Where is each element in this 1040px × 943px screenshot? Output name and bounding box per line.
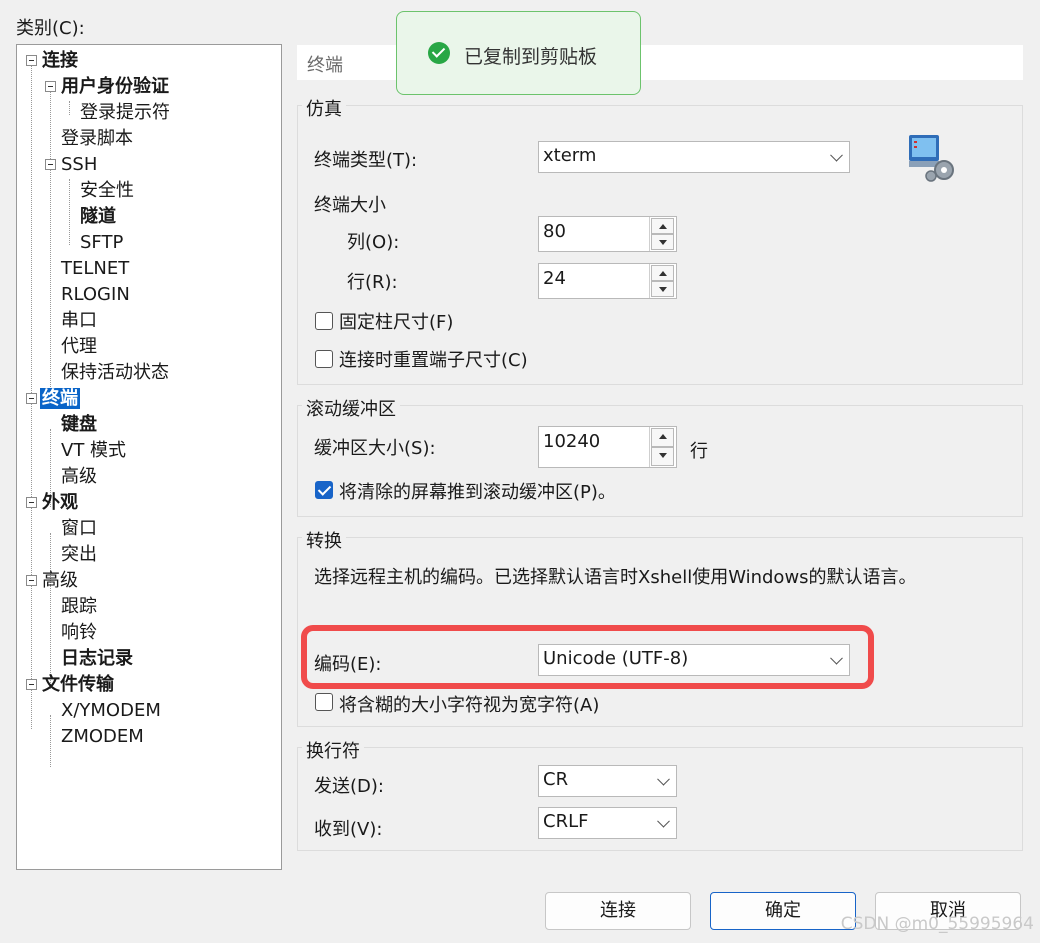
highlight-annotation (301, 625, 874, 689)
tree-item-login-prompts[interactable]: 登录提示符 (80, 100, 170, 126)
tree-item-window[interactable]: 窗口 (61, 516, 97, 542)
tree-item-proxy[interactable]: 代理 (61, 334, 97, 360)
buffer-size-spinbox[interactable]: 10240 (538, 426, 677, 468)
tree-item-connection[interactable]: 连接 (42, 48, 78, 74)
rows-spinbox[interactable]: 24 (538, 263, 677, 299)
tree-item-telnet[interactable]: TELNET (61, 256, 129, 282)
newline-title: 换行符 (302, 737, 364, 763)
tree-item-advanced[interactable]: 高级 (42, 568, 78, 594)
tree-item-sftp[interactable]: SFTP (80, 230, 123, 256)
tree-item-terminal[interactable]: 终端 (40, 386, 80, 412)
receive-label: 收到(V): (314, 819, 383, 840)
send-select[interactable]: CR (538, 765, 677, 797)
tree-item-file-transfer[interactable]: 文件传输 (42, 672, 114, 698)
rows-label: 行(R): (347, 272, 398, 293)
spin-up-icon[interactable] (651, 428, 674, 447)
tree-item-logging[interactable]: 日志记录 (61, 646, 133, 672)
tree-item-zmodem[interactable]: ZMODEM (61, 724, 144, 750)
spin-up-icon[interactable] (651, 218, 674, 234)
columns-label: 列(O): (347, 232, 400, 253)
collapse-toggle-icon[interactable] (26, 679, 37, 690)
tree-item-appearance[interactable]: 外观 (42, 490, 78, 516)
translation-description: 选择远程主机的编码。已选择默认语言时Xshell使用Windows的默认语言。 (314, 567, 917, 588)
tree-item-login-scripts[interactable]: 登录脚本 (61, 126, 133, 152)
terminal-settings-icon (906, 132, 958, 189)
push-cleared-checkbox[interactable] (315, 481, 333, 499)
ok-button[interactable]: 确定 (710, 892, 856, 930)
tree-item-xymodem[interactable]: X/YMODEM (61, 698, 161, 724)
tree-item-serial[interactable]: 串口 (61, 308, 97, 334)
category-label: 类别(C): (16, 18, 85, 39)
fixed-size-checkbox[interactable] (315, 312, 333, 330)
terminal-size-label: 终端大小 (314, 195, 386, 216)
panel-title: 终端 (307, 55, 343, 76)
collapse-toggle-icon[interactable] (26, 497, 37, 508)
toast-message: 已复制到剪贴板 (464, 46, 598, 68)
reset-size-label: 连接时重置端子尺寸(C) (339, 350, 528, 371)
spin-up-icon[interactable] (651, 265, 674, 281)
tree-item-keep-alive[interactable]: 保持活动状态 (61, 360, 169, 386)
collapse-toggle-icon[interactable] (45, 81, 56, 92)
spin-down-icon[interactable] (651, 447, 674, 466)
collapse-toggle-icon[interactable] (45, 159, 56, 170)
terminal-type-label: 终端类型(T): (314, 150, 418, 171)
emulation-title: 仿真 (302, 95, 346, 121)
chevron-down-icon (657, 772, 670, 786)
terminal-type-select[interactable]: xterm (538, 141, 850, 173)
tree-item-ssh[interactable]: SSH (61, 152, 97, 178)
copied-toast: 已复制到剪贴板 (396, 11, 641, 95)
connect-button[interactable]: 连接 (545, 892, 691, 930)
fixed-size-label: 固定柱尺寸(F) (339, 312, 454, 333)
tree-item-keyboard[interactable]: 键盘 (61, 412, 97, 438)
collapse-toggle-icon[interactable] (26, 55, 37, 66)
scrollback-title: 滚动缓冲区 (302, 395, 400, 421)
translation-title: 转换 (302, 527, 346, 553)
tree-item-bell[interactable]: 响铃 (61, 620, 97, 646)
tree-item-user-auth[interactable]: 用户身份验证 (61, 74, 169, 100)
push-cleared-label: 将清除的屏幕推到滚动缓冲区(P)。 (339, 482, 616, 503)
chevron-down-icon (657, 814, 670, 828)
spin-down-icon[interactable] (651, 234, 674, 250)
chevron-down-icon (830, 148, 843, 162)
send-label: 发送(D): (314, 776, 384, 797)
columns-spinbox[interactable]: 80 (538, 216, 677, 252)
collapse-toggle-icon[interactable] (26, 575, 37, 586)
tree-item-terminal-advanced[interactable]: 高级 (61, 464, 97, 490)
tree-item-trace[interactable]: 跟踪 (61, 594, 97, 620)
tree-item-vt-modes[interactable]: VT 模式 (61, 438, 126, 464)
tree-item-highlight[interactable]: 突出 (61, 542, 97, 568)
category-tree[interactable]: 连接 用户身份验证 登录提示符 登录脚本 SSH 安全性 隧道 SFTP TEL… (16, 44, 282, 870)
ambiguous-width-label: 将含糊的大小字符视为宽字符(A) (339, 695, 600, 716)
tree-item-tunneling[interactable]: 隧道 (80, 204, 116, 230)
tree-item-security[interactable]: 安全性 (80, 178, 134, 204)
buffer-unit-label: 行 (690, 441, 708, 462)
watermark: CSDN @m0_55995964 (840, 914, 1034, 934)
buffer-size-label: 缓冲区大小(S): (314, 438, 436, 459)
reset-size-checkbox[interactable] (315, 350, 333, 368)
tree-item-rlogin[interactable]: RLOGIN (61, 282, 130, 308)
spin-down-icon[interactable] (651, 281, 674, 297)
check-circle-icon (428, 42, 450, 64)
ambiguous-width-checkbox[interactable] (315, 693, 333, 711)
collapse-toggle-icon[interactable] (26, 393, 37, 404)
receive-select[interactable]: CRLF (538, 807, 677, 839)
